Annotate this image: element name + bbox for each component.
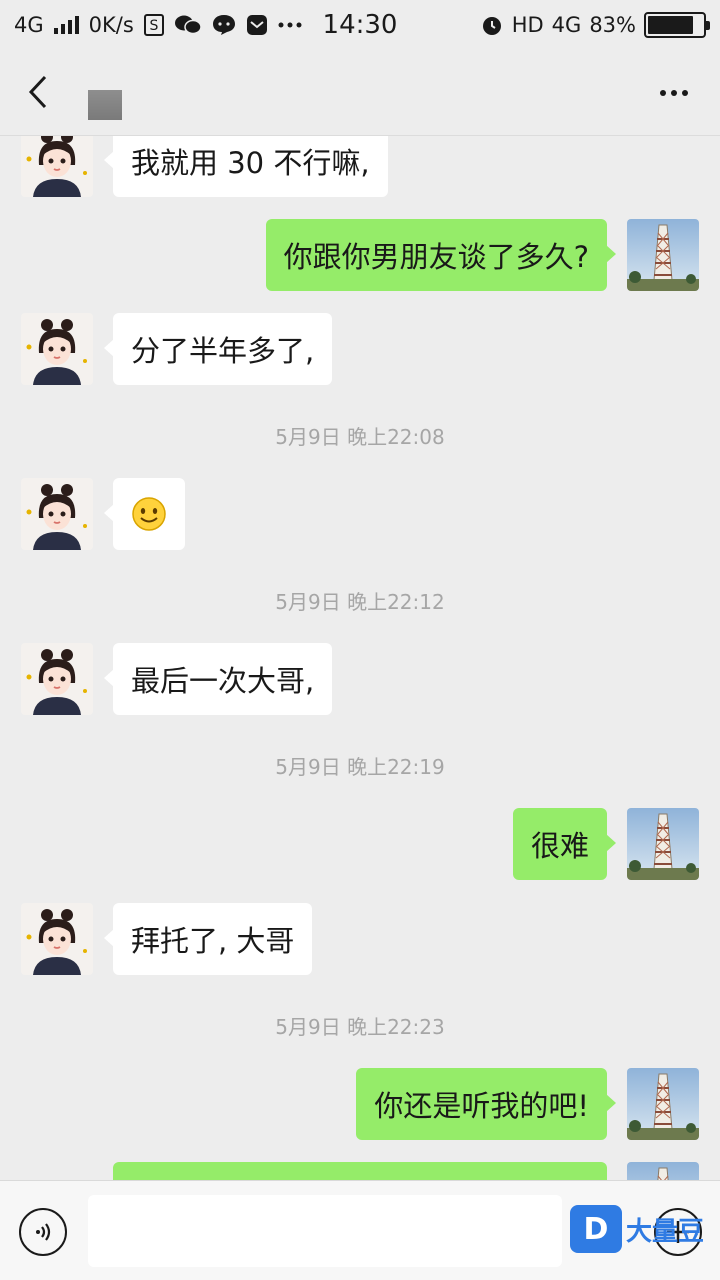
svg-text:S: S	[149, 18, 158, 34]
chat-header	[0, 50, 720, 136]
girl-avatar-illustration	[21, 478, 93, 550]
network-speed: 0K/s	[88, 13, 134, 37]
more-dot	[660, 90, 666, 96]
wechat-icon	[174, 14, 202, 36]
watermark: D 大量豆	[570, 1203, 716, 1255]
contact-avatar[interactable]	[21, 903, 93, 975]
message-row	[0, 478, 720, 550]
message-bubble-incoming[interactable]	[104, 478, 185, 550]
message-bubble-incoming[interactable]: 分了半年多了,	[103, 313, 333, 385]
tower-avatar-photo	[627, 808, 699, 880]
contact-avatar[interactable]	[21, 313, 93, 385]
my-avatar[interactable]	[627, 219, 699, 291]
watermark-text: 大量豆	[626, 1216, 705, 1247]
message-text: 你跟你男朋友谈了多久?	[283, 240, 589, 274]
message-row: 分了半年多了,	[0, 313, 720, 385]
mail-icon	[246, 14, 268, 36]
more-dot	[682, 90, 688, 96]
girl-avatar-illustration	[21, 643, 93, 715]
voice-icon	[36, 1223, 51, 1241]
timestamp: 5月9日 晚上22:08	[275, 425, 445, 449]
status-bar: 4G 0K/s S 14:30 HD 4G 83%	[0, 0, 720, 50]
timestamp: 5月9日 晚上22:23	[275, 1015, 445, 1039]
tower-avatar-photo	[627, 1068, 699, 1140]
network-type: 4G	[14, 13, 44, 37]
watermark-logo-icon: D	[570, 1205, 622, 1253]
battery-percent: 83%	[589, 13, 636, 37]
message-bubble-outgoing[interactable]	[113, 1162, 607, 1180]
message-row: 很难	[0, 808, 720, 880]
message-text: 很难	[530, 829, 589, 863]
chevron-left-icon	[28, 75, 47, 109]
contact-avatar[interactable]	[21, 136, 93, 197]
timestamp: 5月9日 晚上22:12	[275, 590, 445, 614]
contact-avatar[interactable]	[21, 643, 93, 715]
more-options-button[interactable]	[654, 78, 694, 108]
more-notifications-icon	[278, 22, 302, 28]
timestamp: 5月9日 晚上22:19	[275, 755, 445, 779]
message-row: 最后一次大哥,	[0, 643, 720, 715]
message-bubble-outgoing[interactable]: 你跟你男朋友谈了多久?	[265, 219, 617, 291]
message-input[interactable]	[88, 1195, 562, 1267]
network-type-right: 4G	[551, 13, 582, 37]
smile-emoji-icon	[132, 497, 166, 531]
status-right: HD 4G 83%	[480, 12, 710, 38]
status-left: 4G 0K/s S	[14, 13, 302, 37]
tower-avatar-photo	[627, 1162, 699, 1180]
message-text: 我就用 30 不行嘛,	[131, 146, 370, 180]
battery-icon	[644, 12, 710, 38]
message-row: 你跟你男朋友谈了多久?	[0, 219, 720, 291]
message-text: 最后一次大哥,	[131, 664, 315, 698]
tower-avatar-photo	[627, 219, 699, 291]
hd-label: HD	[511, 13, 544, 37]
voice-button[interactable]	[19, 1208, 67, 1256]
message-bubble-incoming[interactable]: 最后一次大哥,	[103, 643, 333, 715]
more-dot	[671, 90, 677, 96]
contact-avatar[interactable]	[21, 478, 93, 550]
message-icon	[212, 14, 236, 36]
my-avatar[interactable]	[627, 808, 699, 880]
message-bubble-incoming[interactable]: 我就用 30 不行嘛,	[104, 136, 388, 197]
message-bubble-outgoing[interactable]: 很难	[512, 808, 617, 880]
message-row: 我就用 30 不行嘛,	[0, 136, 720, 197]
signal-icon	[53, 16, 79, 34]
contact-name-redacted	[88, 90, 122, 120]
message-text: 拜托了, 大哥	[131, 924, 295, 958]
girl-avatar-illustration	[21, 136, 93, 197]
sim-s-icon: S	[143, 14, 164, 36]
message-row: 你还是听我的吧!	[0, 1068, 720, 1140]
message-bubble-outgoing[interactable]: 你还是听我的吧!	[356, 1068, 616, 1140]
message-text: 分了半年多了,	[131, 334, 315, 368]
my-avatar[interactable]	[627, 1068, 699, 1140]
message-bubble-incoming[interactable]: 拜托了, 大哥	[103, 903, 313, 975]
message-row-partial	[0, 1162, 720, 1180]
my-avatar[interactable]	[627, 1162, 699, 1180]
girl-avatar-illustration	[21, 313, 93, 385]
message-text: 你还是听我的吧!	[374, 1089, 589, 1123]
alarm-icon	[480, 13, 504, 37]
girl-avatar-illustration	[21, 903, 93, 975]
message-row: 拜托了, 大哥	[0, 903, 720, 975]
back-button[interactable]	[18, 70, 58, 114]
chat-area[interactable]: 我就用 30 不行嘛, 你跟你男朋友谈了多久? 分了半年多了, 5月9日 晚上2…	[0, 136, 720, 1180]
